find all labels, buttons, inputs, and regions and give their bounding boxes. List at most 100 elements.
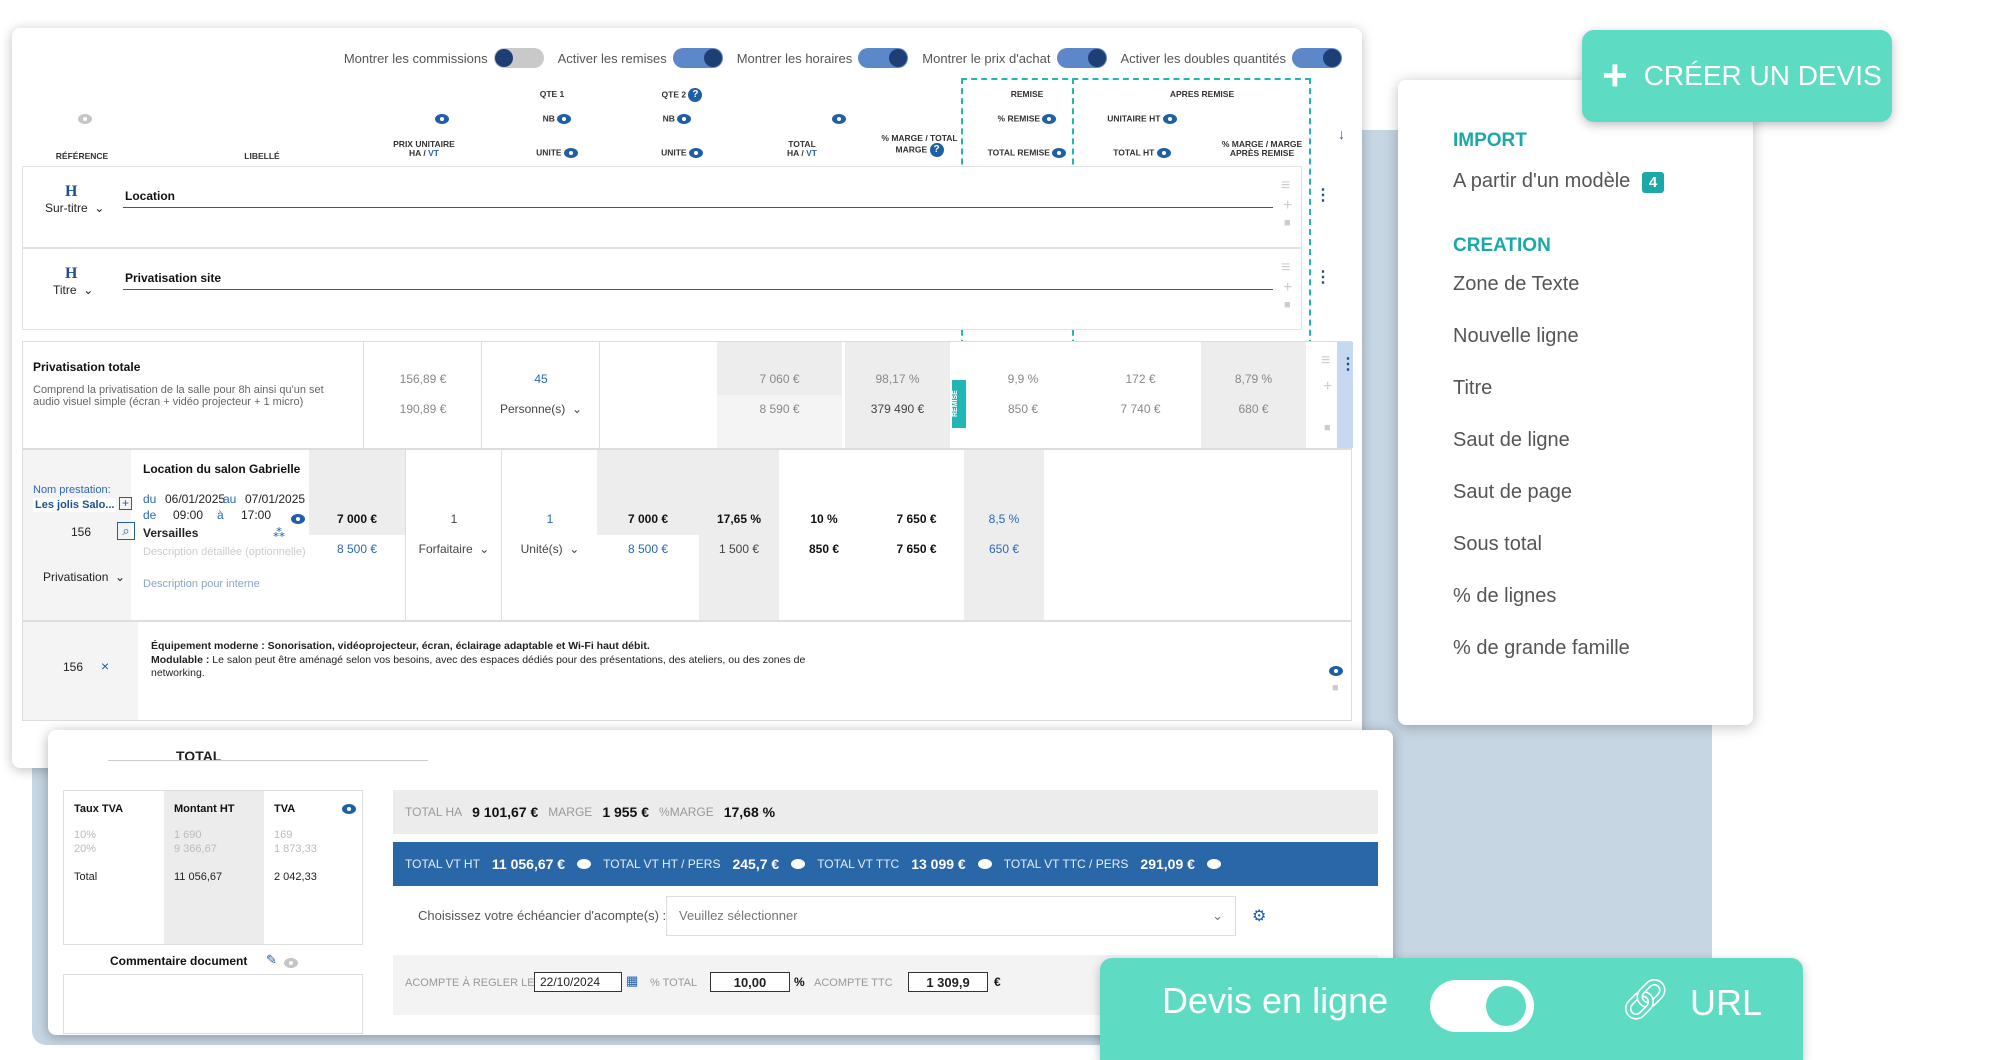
acompte-ttc-input[interactable]: 1 309,9 (908, 972, 988, 992)
hide-eye-icon[interactable] (78, 113, 92, 124)
unit-select[interactable]: Forfaitaire ⌄ (406, 542, 502, 556)
help-icon[interactable]: ? (688, 88, 703, 102)
eye-icon[interactable] (435, 113, 450, 124)
category-select[interactable]: Privatisation ⌄ (43, 570, 125, 584)
eye-icon[interactable] (557, 114, 572, 124)
unit-select[interactable]: Personne(s) ⌄ (482, 402, 600, 416)
hierarchy-icon[interactable]: ⁂ (273, 526, 285, 540)
title-text[interactable]: Location (125, 189, 175, 203)
eye-icon[interactable] (291, 513, 305, 524)
menu-item-titre[interactable]: Titre (1453, 377, 1492, 400)
eye-icon[interactable] (577, 859, 592, 869)
nom-input[interactable]: Les jolis Salo... (33, 498, 117, 512)
menu-item-pct-lignes[interactable]: % de lignes (1453, 585, 1556, 608)
date-to-input[interactable]: 07/01/2025 (245, 492, 305, 506)
acompte-date-input[interactable]: 22/10/2024 (534, 972, 622, 992)
calendar-icon[interactable]: ▦ (626, 973, 638, 989)
gear-icon[interactable]: ⚙ (1252, 906, 1266, 926)
eye-icon[interactable] (1329, 665, 1343, 676)
remise-pct[interactable]: 10 % (779, 512, 869, 526)
remise-pct[interactable]: 9,9 % (973, 372, 1073, 386)
menu-item-zone-texte[interactable]: Zone de Texte (1453, 273, 1579, 296)
pct-total-input[interactable]: 10,00 (710, 972, 790, 992)
menu-item-nouvelle-ligne[interactable]: Nouvelle ligne (1453, 325, 1579, 348)
switch[interactable] (1056, 48, 1107, 68)
nb-input[interactable]: 1 (406, 512, 502, 526)
kebab-menu-icon[interactable]: ⋮ (1340, 354, 1356, 374)
trash-icon[interactable]: ■ (1332, 682, 1339, 694)
create-quote-button[interactable]: + CRÉER UN DEVIS (1582, 30, 1892, 122)
eye-icon[interactable] (1206, 859, 1221, 869)
eye-icon[interactable] (688, 148, 703, 158)
toggle-prix-achat[interactable]: Montrer le prix d'achat (922, 48, 1107, 68)
eye-icon[interactable] (977, 859, 992, 869)
toggle-doubles-quantites[interactable]: Activer les doubles quantités (1121, 48, 1342, 68)
toggle-horaires[interactable]: Montrer les horaires (737, 48, 909, 68)
eye-icon[interactable] (677, 114, 692, 124)
eye-icon[interactable] (1052, 148, 1067, 158)
date-from-input[interactable]: 06/01/2025 (165, 492, 225, 506)
switch[interactable] (493, 48, 544, 68)
detail-text[interactable]: Équipement moderne : Sonorisation, vidéo… (151, 640, 971, 681)
add-icon[interactable]: + (1283, 197, 1292, 215)
title-text[interactable]: Privatisation site (125, 271, 221, 285)
search-icon[interactable]: ⌕ (117, 522, 135, 540)
drag-handle-icon[interactable]: ≡ (1281, 259, 1290, 277)
eye-icon[interactable] (831, 113, 846, 124)
url-button[interactable]: URL (1690, 982, 1762, 1024)
level-select[interactable]: Titre ⌄ (53, 283, 93, 297)
time-from-input[interactable]: 09:00 (173, 508, 203, 522)
eye-icon[interactable] (563, 148, 578, 158)
nb2-input[interactable]: 1 (502, 512, 598, 526)
help-icon[interactable]: ? (929, 143, 944, 158)
online-quote-toggle[interactable] (1430, 980, 1534, 1032)
close-icon[interactable]: × (101, 658, 109, 674)
trash-icon[interactable]: ■ (1284, 299, 1291, 311)
eye-icon[interactable] (1042, 114, 1057, 124)
add-box-icon[interactable]: + (119, 497, 132, 510)
pu-vt[interactable]: 8 500 € (309, 542, 405, 556)
arrow-down-icon[interactable]: ↓ (1338, 126, 1345, 142)
pu-vt[interactable]: 190,89 € (364, 402, 482, 416)
internal-description-input[interactable]: Description pour interne (143, 578, 260, 590)
kebab-menu-icon[interactable]: ⋮ (1315, 267, 1331, 287)
trash-icon[interactable]: ■ (1284, 217, 1291, 229)
pencil-icon[interactable]: ✎ (266, 952, 277, 968)
menu-item-pct-grande-famille[interactable]: % de grande famille (1453, 637, 1630, 660)
menu-item-sous-total[interactable]: Sous total (1453, 533, 1542, 556)
level-select[interactable]: Sur-titre ⌄ (45, 201, 104, 215)
toggle-commissions[interactable]: Montrer les commissions (344, 48, 544, 68)
add-icon[interactable]: + (1283, 279, 1292, 297)
switch[interactable] (672, 48, 723, 68)
hide-eye-icon[interactable] (284, 957, 298, 968)
unit2-select[interactable]: Unité(s) ⌄ (502, 542, 598, 556)
time-to-input[interactable]: 17:00 (241, 508, 271, 522)
toggle-remises[interactable]: Activer les remises (558, 48, 723, 68)
drag-handle-icon[interactable]: ≡ (1321, 352, 1330, 370)
switch[interactable] (858, 48, 909, 68)
line-description[interactable]: Comprend la privatisation de la salle po… (33, 384, 353, 408)
eye-icon[interactable] (342, 804, 356, 815)
line-title[interactable]: Location du salon Gabrielle (143, 462, 300, 476)
switch[interactable] (1292, 48, 1342, 68)
trash-icon[interactable]: ■ (1324, 422, 1331, 434)
description-input[interactable]: Description détaillée (optionnelle) (143, 546, 306, 558)
line-title[interactable]: Privatisation totale (33, 360, 140, 374)
place-text[interactable]: Versailles (143, 526, 198, 540)
comment-textarea[interactable] (63, 974, 363, 1034)
link-icon[interactable]: 🔗︎ (1620, 976, 1671, 1023)
eye-icon[interactable] (791, 859, 806, 869)
kebab-menu-icon[interactable]: ⋮ (1315, 185, 1331, 205)
menu-item-saut-ligne[interactable]: Saut de ligne (1453, 429, 1570, 452)
eye-icon[interactable] (1156, 148, 1171, 158)
drag-handle-icon[interactable]: ≡ (1281, 177, 1290, 195)
echeancier-select[interactable]: Veuillez sélectionner ⌄ (666, 896, 1236, 936)
pu-ha[interactable]: 156,89 € (364, 372, 482, 386)
pu-ha[interactable]: 7 000 € (309, 512, 405, 526)
code-input[interactable]: 156 (71, 525, 91, 539)
remise-tag[interactable]: REMISE (952, 380, 966, 428)
eye-icon[interactable] (1162, 114, 1177, 124)
add-icon[interactable]: + (1323, 378, 1332, 396)
nb-input[interactable]: 45 (482, 372, 600, 386)
menu-item-from-model[interactable]: A partir d'un modèle 4 (1453, 170, 1665, 193)
